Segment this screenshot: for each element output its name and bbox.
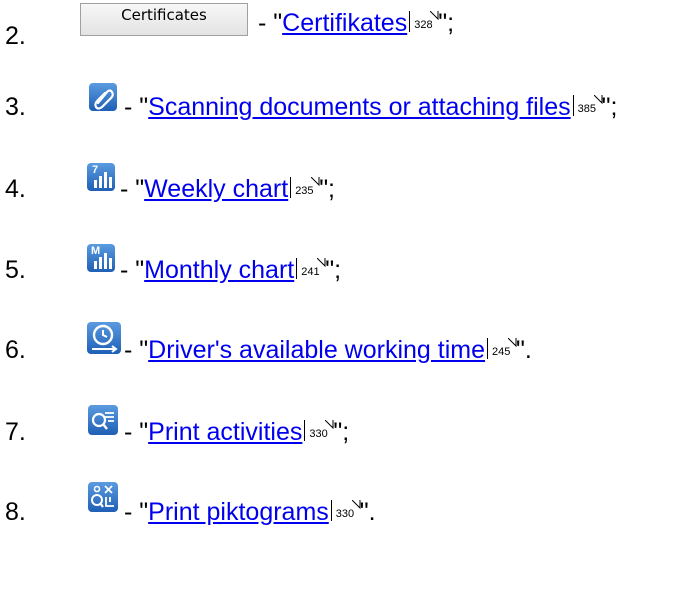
suffix-text: "; <box>319 175 336 203</box>
list-item: 6. - "Driver's available working time 245… <box>0 322 694 364</box>
suffix-text: "; <box>333 418 350 446</box>
print-piktograms-icon <box>88 482 118 512</box>
print-piktograms-link[interactable]: Print piktograms <box>148 498 329 526</box>
page-number: 330 <box>309 428 328 440</box>
item-text: - "Weekly chart 235 "; <box>120 175 335 203</box>
item-text: - "Monthly chart 241 "; <box>120 256 341 284</box>
list-item: 8. - "Print piktograms 330 ". <box>0 482 694 526</box>
item-text: - "Print activities 330 "; <box>124 418 349 446</box>
item-number: 7. <box>5 418 26 446</box>
item-number: 5. <box>5 256 26 284</box>
item-number: 2. <box>5 22 26 50</box>
print-activities-icon <box>88 405 118 435</box>
page-reference[interactable]: 385 <box>572 95 603 116</box>
monthly-chart-link[interactable]: Monthly chart <box>144 256 294 284</box>
page-number: 235 <box>295 185 314 197</box>
item-number: 8. <box>5 498 26 526</box>
prefix-text: - " <box>120 175 145 203</box>
page-reference[interactable]: 330 <box>304 420 334 441</box>
monthly-chart-icon: M <box>87 244 115 272</box>
page-corner-icon <box>508 338 517 347</box>
prefix-text: - " <box>124 418 149 446</box>
list-item: 3. - "Scanning documents or attaching fi… <box>0 82 694 122</box>
print-activities-link[interactable]: Print activities <box>148 418 302 446</box>
weekly-chart-icon: 7 <box>87 163 115 191</box>
page-number: 241 <box>301 266 320 278</box>
item-number: 4. <box>5 175 26 203</box>
list-item: 7. - "Print activities 330 "; <box>0 405 694 446</box>
page-reference[interactable]: 328 <box>409 11 439 32</box>
prefix-text: - " <box>120 256 145 284</box>
page-number: 385 <box>577 103 596 115</box>
page-number: 330 <box>335 508 355 520</box>
list-item: 5. M - "Monthly chart 241 "; <box>0 244 694 284</box>
page-corner-icon <box>311 177 320 186</box>
page-number: 328 <box>414 19 433 31</box>
list-item: 4. 7 - "Weekly chart 235 "; <box>0 163 694 203</box>
available-working-time-link[interactable]: Driver's available working time <box>148 336 485 364</box>
certificates-button[interactable]: Certificates <box>80 3 248 36</box>
page-corner-icon <box>593 95 603 104</box>
page-reference[interactable]: 330 <box>330 500 361 521</box>
page-number: 245 <box>492 346 511 358</box>
scanning-documents-link[interactable]: Scanning documents or attaching files <box>148 93 570 121</box>
item-text: - "Scanning documents or attaching files… <box>124 93 617 121</box>
suffix-text: ". <box>359 498 376 526</box>
page-corner-icon <box>325 420 334 429</box>
item-text: - "Certifikates 328 "; <box>258 9 454 37</box>
page-reference[interactable]: 241 <box>296 258 326 279</box>
suffix-text: "; <box>325 256 342 284</box>
prefix-text: - " <box>124 336 149 364</box>
page-reference[interactable]: 235 <box>290 177 320 198</box>
paperclip-icon <box>89 83 117 111</box>
item-text: - "Print piktograms 330 ". <box>124 498 376 526</box>
item-number: 6. <box>5 336 26 364</box>
page-reference[interactable]: 245 <box>487 338 517 359</box>
page-corner-icon <box>351 500 361 509</box>
list-item: 2. Certificates - "Certifikates 328 "; <box>0 0 694 50</box>
item-number: 3. <box>5 93 26 121</box>
item-text: - "Driver's available working time 245 ". <box>124 336 532 364</box>
suffix-text: "; <box>438 9 455 37</box>
page-corner-icon <box>317 258 326 267</box>
clock-icon <box>87 322 121 354</box>
prefix-text: - " <box>124 498 149 526</box>
page-corner-icon <box>430 11 439 20</box>
prefix-text: - " <box>124 93 149 121</box>
suffix-text: "; <box>601 93 618 121</box>
certifikates-link[interactable]: Certifikates <box>282 9 407 37</box>
suffix-text: ". <box>516 336 532 364</box>
weekly-chart-link[interactable]: Weekly chart <box>144 175 288 203</box>
prefix-text: - " <box>258 9 283 37</box>
